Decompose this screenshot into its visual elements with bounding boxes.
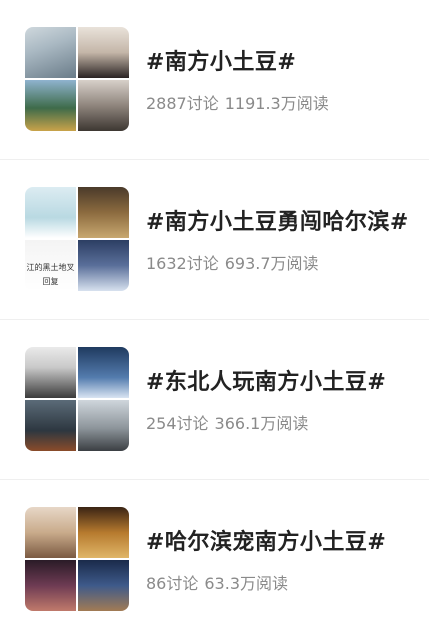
thumbnail-image [78, 80, 129, 131]
thumbnail-image [78, 347, 129, 398]
thumbnail-image [78, 27, 129, 78]
thumbnail-caption: 江的黑土地叉 [26, 263, 75, 272]
topic-thumbnail[interactable]: 江的黑土地叉 回复 [25, 187, 129, 291]
thumbnail-image [25, 560, 76, 611]
read-count: 1191.3万阅读 [224, 94, 329, 113]
thumbnail-image [25, 80, 76, 131]
topic-stats: 86讨论 63.3万阅读 [146, 570, 294, 594]
thumbnail-image [78, 560, 129, 611]
topic-item[interactable]: #南方小土豆# 2887讨论 1191.3万阅读 [0, 0, 429, 160]
topic-stats: 2887讨论 1191.3万阅读 [146, 90, 335, 114]
topic-item[interactable]: #哈尔滨宠南方小土豆# 86讨论 63.3万阅读 [0, 480, 429, 640]
topic-list: #南方小土豆# 2887讨论 1191.3万阅读 江的黑土地叉 回复 #南方小土豆… [0, 0, 429, 640]
thumbnail-caption: 回复 [42, 277, 59, 286]
discussion-count: 86讨论 [146, 574, 199, 593]
discussion-count: 254讨论 [146, 414, 209, 433]
thumbnail-image [25, 347, 76, 398]
topic-title[interactable]: #东北人玩南方小土豆# [146, 364, 386, 396]
thumbnail-image [78, 507, 129, 558]
read-count: 366.1万阅读 [214, 414, 309, 433]
read-count: 63.3万阅读 [204, 574, 289, 593]
thumbnail-image [25, 27, 76, 78]
topic-thumbnail[interactable] [25, 507, 129, 611]
read-count: 693.7万阅读 [224, 254, 319, 273]
topic-thumbnail[interactable] [25, 347, 129, 451]
topic-title[interactable]: #哈尔滨宠南方小土豆# [146, 524, 386, 556]
thumbnail-image: 江的黑土地叉 回复 [25, 240, 76, 291]
thumbnail-image [78, 400, 129, 451]
topic-item[interactable]: #东北人玩南方小土豆# 254讨论 366.1万阅读 [0, 320, 429, 480]
thumbnail-image [25, 507, 76, 558]
discussion-count: 2887讨论 [146, 94, 219, 113]
thumbnail-image [25, 187, 76, 238]
topic-stats: 1632讨论 693.7万阅读 [146, 250, 325, 274]
thumbnail-image [78, 187, 129, 238]
topic-title[interactable]: #南方小土豆# [146, 44, 296, 76]
thumbnail-image [25, 400, 76, 451]
topic-item[interactable]: 江的黑土地叉 回复 #南方小土豆勇闯哈尔滨# 1632讨论 693.7万阅读 [0, 160, 429, 320]
thumbnail-image [78, 240, 129, 291]
discussion-count: 1632讨论 [146, 254, 219, 273]
topic-stats: 254讨论 366.1万阅读 [146, 410, 314, 434]
topic-thumbnail[interactable] [25, 27, 129, 131]
topic-title[interactable]: #南方小土豆勇闯哈尔滨# [146, 204, 409, 236]
